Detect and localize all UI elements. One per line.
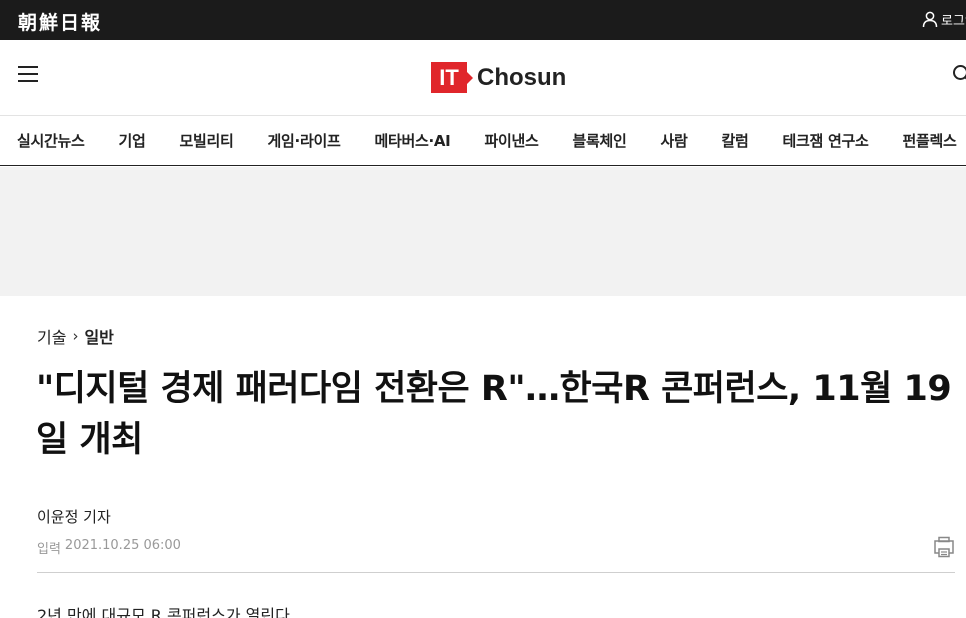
article-author[interactable]: 이윤정 기자 — [37, 506, 111, 527]
article-date: 입력 2021.10.25 06:00 — [37, 538, 181, 557]
top-bar: 朝鮮日報 로그인 — [0, 0, 966, 40]
search-icon[interactable] — [952, 64, 966, 84]
date-value: 2021.10.25 06:00 — [64, 538, 181, 553]
nav-item-column[interactable]: 칼럼 — [722, 117, 749, 165]
login-label: 로그인 — [941, 14, 966, 29]
chosun-ilbo-logo[interactable]: 朝鮮日報 — [18, 8, 102, 35]
it-chosun-logo[interactable]: IT Chosun — [431, 62, 566, 93]
nav-item-business[interactable]: 기업 — [119, 117, 146, 165]
nav-item-game-life[interactable]: 게임·라이프 — [268, 117, 341, 165]
login-link[interactable]: 로그인 — [922, 10, 966, 29]
breadcrumb: 기술 › 일반 — [37, 324, 114, 348]
breadcrumb-section[interactable]: 기술 — [37, 324, 66, 348]
user-icon — [922, 11, 938, 28]
print-icon[interactable] — [933, 536, 955, 558]
nav-item-realtime-news[interactable]: 실시간뉴스 — [17, 117, 85, 165]
nav-item-metaverse-ai[interactable]: 메타버스·AI — [374, 117, 450, 165]
site-header: IT Chosun — [0, 40, 966, 116]
hamburger-menu-icon[interactable] — [18, 66, 38, 84]
nav-item-finance[interactable]: 파이낸스 — [484, 117, 538, 165]
nav-item-mobility[interactable]: 모빌리티 — [180, 117, 234, 165]
nav-item-blockchain[interactable]: 블록체인 — [572, 117, 626, 165]
nav-item-funflex[interactable]: 펀플렉스 — [902, 117, 956, 165]
divider — [37, 572, 955, 573]
date-label: 입력 — [37, 542, 61, 557]
chevron-right-icon: › — [72, 327, 79, 345]
category-nav: 실시간뉴스 기업 모빌리티 게임·라이프 메타버스·AI 파이낸스 블록체인 사… — [0, 117, 966, 166]
nav-item-techjam-lab[interactable]: 테크잼 연구소 — [783, 117, 869, 165]
article-lead-paragraph: 2년 만에 대규모 R 콘퍼런스가 열린다. — [37, 606, 295, 618]
logo-mark: IT — [431, 62, 473, 93]
logo-name: Chosun — [477, 63, 567, 91]
nav-item-people[interactable]: 사람 — [660, 117, 687, 165]
article-headline: "디지털 경제 패러다임 전환은 R"…한국R 콘퍼런스, 11월 19일 개최 — [36, 369, 952, 460]
ad-banner-area — [0, 167, 966, 296]
breadcrumb-subsection[interactable]: 일반 — [84, 324, 113, 348]
